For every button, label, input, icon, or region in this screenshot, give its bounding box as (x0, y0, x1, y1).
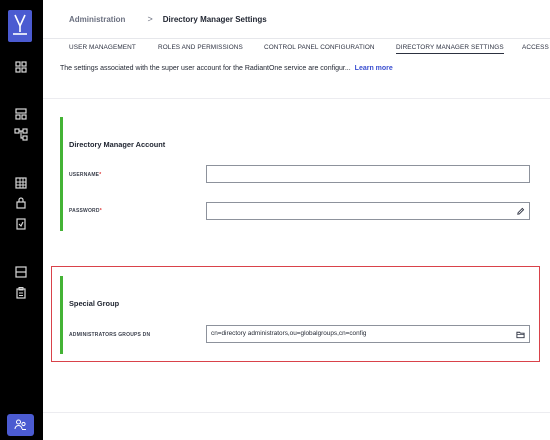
clipboard-icon[interactable] (14, 286, 28, 300)
breadcrumb-separator: > (147, 14, 153, 24)
description-divider (43, 98, 550, 99)
learn-more-link[interactable]: Learn more (355, 65, 393, 72)
tab-access[interactable]: ACCESS (522, 44, 549, 51)
checklist-icon[interactable] (14, 217, 28, 231)
radiantone-logo-icon[interactable] (8, 10, 32, 42)
username-field[interactable] (206, 165, 530, 183)
tab-roles-and-permissions[interactable]: ROLES AND PERMISSIONS (158, 44, 243, 51)
password-field[interactable] (206, 202, 530, 220)
section-title: Directory Manager Account (69, 140, 166, 149)
directory-manager-account-section: Directory Manager Account USERNAME* PASS… (60, 117, 540, 231)
dashboard-icon[interactable] (14, 60, 28, 74)
breadcrumb: Administration > Directory Manager Setti… (69, 12, 267, 26)
directory-icon[interactable] (14, 107, 28, 121)
hierarchy-icon[interactable] (14, 127, 28, 141)
header-divider (43, 38, 550, 39)
tab-directory-manager-settings[interactable]: DIRECTORY MANAGER SETTINGS (396, 44, 504, 54)
username-label: USERNAME* (69, 172, 102, 178)
page-description: The settings associated with the super u… (60, 65, 393, 72)
pencil-icon[interactable] (516, 207, 525, 216)
user-group-icon (14, 419, 26, 430)
lock-icon[interactable] (14, 196, 28, 210)
password-label: PASSWORD* (69, 208, 102, 214)
section-accent-bar (60, 117, 63, 231)
special-group-highlight-box (51, 266, 540, 362)
tab-user-management[interactable]: USER MANAGEMENT (69, 44, 136, 51)
server-icon[interactable] (14, 265, 28, 279)
footer-divider (43, 412, 550, 413)
breadcrumb-administration[interactable]: Administration (69, 15, 125, 24)
grid-icon[interactable] (14, 176, 28, 190)
description-text: The settings associated with the super u… (60, 65, 351, 72)
tab-control-panel-configuration[interactable]: CONTROL PANEL CONFIGURATION (264, 44, 375, 51)
left-nav-rail (0, 0, 43, 440)
user-group-button[interactable] (7, 414, 34, 436)
page-title: Directory Manager Settings (162, 14, 267, 24)
